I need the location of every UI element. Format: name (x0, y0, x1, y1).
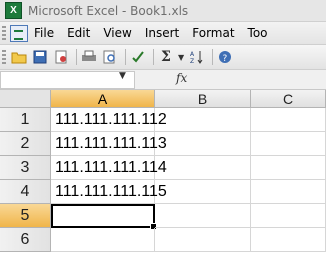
row-header-4[interactable]: 4 (0, 180, 51, 204)
select-all-corner[interactable] (0, 90, 51, 108)
permission-icon[interactable] (52, 48, 70, 66)
sort-ascending-icon[interactable]: AZ (188, 48, 206, 66)
toolbar-grip-handle[interactable] (2, 50, 6, 64)
table-row: 5 (0, 204, 326, 230)
window-title: Microsoft Excel - Book1.xls (28, 3, 189, 18)
help-icon[interactable]: ? (216, 48, 234, 66)
row-header-1[interactable]: 1 (0, 108, 51, 132)
toolbar-separator (76, 49, 77, 65)
toolbar-separator (125, 49, 126, 65)
cell-a1[interactable]: 111.111.111.112 (51, 108, 167, 132)
formula-bar: ▼ fx (0, 70, 326, 90)
autosum-button[interactable]: Σ (157, 48, 175, 66)
name-box[interactable] (0, 71, 135, 89)
row-header-3[interactable]: 3 (0, 156, 51, 180)
title-bar: X Microsoft Excel - Book1.xls (0, 0, 326, 22)
cell-a3[interactable]: 111.111.111.114 (51, 156, 167, 180)
toolbar-separator (153, 49, 154, 65)
cell-a4[interactable]: 111.111.111.115 (51, 180, 167, 204)
menu-edit[interactable]: Edit (67, 26, 90, 40)
cell-c6[interactable] (251, 228, 326, 252)
excel-app-icon[interactable]: X (5, 2, 22, 19)
table-row: 6 (0, 228, 326, 252)
table-row: 2 111.111.111.113 (0, 132, 326, 156)
cell-c3[interactable] (251, 156, 326, 180)
column-header-b[interactable]: B (155, 90, 251, 108)
table-row: 3 111.111.111.114 (0, 156, 326, 180)
row-header-6[interactable]: 6 (0, 228, 51, 252)
menu-insert[interactable]: Insert (145, 26, 179, 40)
cell-b4[interactable] (155, 180, 251, 204)
active-cell-a5[interactable] (51, 204, 157, 230)
cell-a2[interactable]: 111.111.111.113 (51, 132, 167, 156)
cell-c2[interactable] (251, 132, 326, 156)
cell-c1[interactable] (251, 108, 326, 132)
cell-b3[interactable] (155, 156, 251, 180)
cell-b2[interactable] (155, 132, 251, 156)
menu-view[interactable]: View (103, 26, 131, 40)
workbook-icon[interactable] (10, 24, 28, 42)
open-folder-icon[interactable] (10, 48, 28, 66)
table-row: 1 111.111.111.112 (0, 108, 326, 132)
column-header-a[interactable]: A (51, 90, 155, 108)
cell-a6[interactable] (51, 228, 155, 252)
row-header-5[interactable]: 5 (0, 204, 51, 228)
worksheet-grid: A B C 1 111.111.111.112 2 111.111.111.11… (0, 90, 326, 280)
menubar-grip-handle[interactable] (2, 26, 6, 40)
menu-format[interactable]: Format (192, 26, 234, 40)
toolbar-separator (212, 49, 214, 65)
svg-text:?: ? (223, 54, 228, 64)
column-header-row: A B C (0, 90, 326, 108)
svg-text:Z: Z (190, 58, 194, 64)
svg-text:A: A (190, 51, 195, 58)
menu-tools[interactable]: Too (248, 26, 268, 40)
print-icon[interactable] (80, 48, 98, 66)
menu-bar: File Edit View Insert Format Too (0, 22, 326, 45)
column-header-c[interactable]: C (251, 90, 326, 108)
spelling-icon[interactable] (129, 48, 147, 66)
name-box-dropdown-icon[interactable]: ▼ (119, 71, 126, 81)
table-row: 4 111.111.111.115 (0, 180, 326, 204)
cell-b6[interactable] (155, 228, 251, 252)
autosum-dropdown-icon[interactable]: ▼ (178, 53, 184, 62)
cell-c4[interactable] (251, 180, 326, 204)
cell-b5[interactable] (155, 204, 251, 228)
autosum-icon: Σ (161, 49, 171, 65)
save-icon[interactable] (31, 48, 49, 66)
standard-toolbar: Σ ▼ AZ ? (0, 45, 326, 70)
cell-c5[interactable] (251, 204, 326, 228)
row-header-2[interactable]: 2 (0, 132, 51, 156)
insert-function-icon[interactable]: fx (176, 71, 187, 85)
cell-b1[interactable] (155, 108, 251, 132)
menu-file[interactable]: File (34, 26, 54, 40)
print-preview-icon[interactable] (101, 48, 119, 66)
formula-input[interactable] (196, 71, 326, 87)
